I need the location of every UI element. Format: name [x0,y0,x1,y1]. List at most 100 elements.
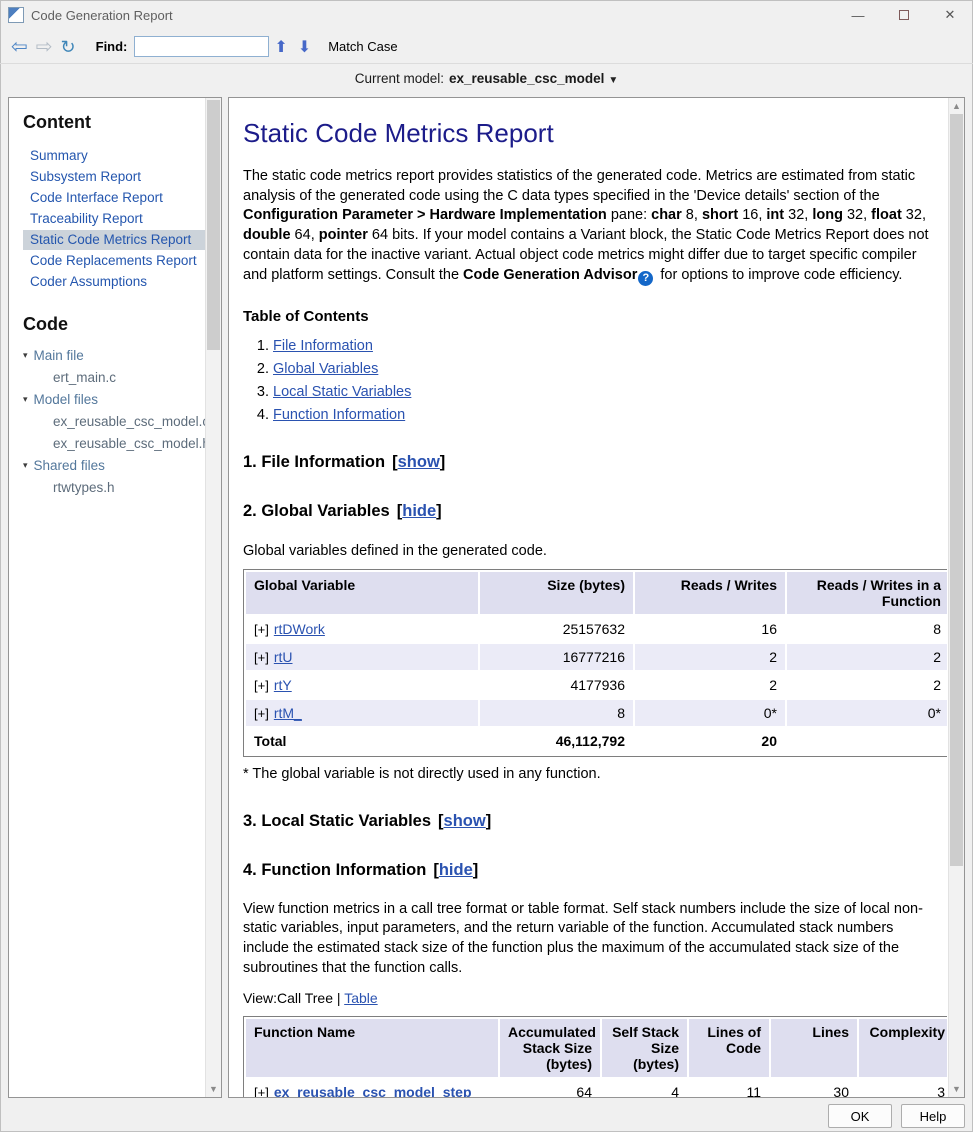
close-icon: ✕ [945,7,956,23]
table-of-contents: File Information Global Variables Local … [273,338,935,423]
code-file-tree: ▾Main file ert_main.c ▾Model files ex_re… [23,345,205,499]
toc-item: File Information [273,338,935,354]
scroll-up-icon[interactable]: ▲ [949,101,964,111]
content-scrollbar[interactable]: ▲ ▼ [948,98,964,1097]
current-model-name: ex_reusable_csc_model [449,71,604,86]
function-link[interactable]: ex_reusable_csc_model_step [274,1084,472,1097]
toc-item: Global Variables [273,361,935,377]
show-toggle-link[interactable]: show [444,812,486,830]
toc-link-file-information[interactable]: File Information [273,338,373,354]
toc-heading: Table of Contents [243,308,935,325]
section-title: 4. Function Information [243,861,426,879]
size-cell: 8 [480,700,633,726]
model-dropdown[interactable]: ex_reusable_csc_model ▼ [444,71,618,86]
view-table-link[interactable]: Table [344,990,377,1006]
tree-file-link[interactable]: ex_reusable_csc_model.c [23,411,205,433]
global-variable-link[interactable]: rtM_ [274,705,302,721]
toc-link-global-variables[interactable]: Global Variables [273,361,378,377]
back-button[interactable]: ⇦ [11,37,28,57]
caret-down-icon: ▼ [608,75,618,86]
scroll-down-icon[interactable]: ▼ [949,1084,964,1094]
show-toggle-link[interactable]: show [398,453,440,471]
refresh-button[interactable]: ↻ [61,38,76,56]
minimize-button[interactable]: — [835,0,881,30]
code-heading: Code [23,314,205,335]
toc-link-function-information[interactable]: Function Information [273,407,405,423]
reads-writes-cell: 16 [635,616,785,642]
sidebar-link-traceability-report[interactable]: Traceability Report [23,209,205,229]
section-heading-function-information: 4. Function Information[hide] [243,861,935,880]
column-header: Reads / Writes in a Function [787,572,947,614]
find-input[interactable] [134,36,269,57]
tree-group-shared-files[interactable]: ▾Shared files [23,455,205,477]
reads-writes-fn-cell: 0* [787,700,947,726]
column-header: Function Name [246,1019,498,1077]
tree-group-main-file[interactable]: ▾Main file [23,345,205,367]
help-icon[interactable]: ? [638,271,653,286]
expand-toggle[interactable]: [+] [254,622,269,637]
forward-button[interactable]: ⇨ [36,37,53,57]
column-header: Reads / Writes [635,572,785,614]
global-variable-link[interactable]: rtU [274,649,293,665]
app-icon [8,7,24,23]
sidebar-link-static-code-metrics-report[interactable]: Static Code Metrics Report [23,230,205,250]
expand-toggle[interactable]: [+] [254,706,269,721]
content-heading: Content [23,112,205,133]
section-title: 3. Local Static Variables [243,812,431,830]
column-header: Complexity [859,1019,947,1077]
scrollbar-thumb[interactable] [207,100,220,350]
column-header: Lines of Code [689,1019,769,1077]
view-current: Call Tree [277,990,333,1006]
close-button[interactable]: ✕ [927,0,973,30]
window-title: Code Generation Report [31,8,173,23]
toc-link-local-static-variables[interactable]: Local Static Variables [273,384,411,400]
tree-file-link[interactable]: ex_reusable_csc_model.h [23,433,205,455]
reads-writes-cell: 2 [635,672,785,698]
scrollbar-thumb[interactable] [950,114,963,866]
intro-paragraph: The static code metrics report provides … [243,167,935,286]
column-header: Global Variable [246,572,478,614]
toc-item: Local Static Variables [273,384,935,400]
maximize-button[interactable] [881,0,927,30]
report-panel: Static Code Metrics Report The static co… [228,97,965,1098]
find-previous-button[interactable]: ⬆ [274,37,287,57]
sidebar-link-code-replacements-report[interactable]: Code Replacements Report [23,251,205,271]
view-separator: | [337,990,341,1006]
tree-group-model-files[interactable]: ▾Model files [23,389,205,411]
global-variable-link[interactable]: rtDWork [274,621,325,637]
help-button[interactable]: Help [901,1104,965,1128]
model-bar: Current model:ex_reusable_csc_model▼ [0,64,973,94]
function-info-paragraph: View function metrics in a call tree for… [243,900,935,979]
sidebar-link-summary[interactable]: Summary [23,146,205,166]
global-variable-link[interactable]: rtY [274,677,292,693]
bracket: ] [436,502,442,520]
lines-of-code-cell: 11 [689,1079,769,1097]
table-row: [+] rtM_ 8 0* 0* [246,700,947,726]
tree-group-label: Shared files [34,458,105,473]
dialog-footer: OK Help [828,1104,965,1128]
arrow-down-icon: ⬇ [298,39,311,56]
expand-toggle[interactable]: [+] [254,1085,269,1097]
table-header-row: Global Variable Size (bytes) Reads / Wri… [246,572,947,614]
expand-toggle[interactable]: [+] [254,678,269,693]
sidebar-scrollbar[interactable]: ▼ [205,98,221,1097]
hide-toggle-link[interactable]: hide [402,502,436,520]
bracket: ] [486,812,492,830]
view-switcher: View:Call Tree | Table [243,990,935,1006]
tree-file-link[interactable]: ert_main.c [23,367,205,389]
scroll-down-icon[interactable]: ▼ [206,1084,221,1094]
expand-toggle[interactable]: [+] [254,650,269,665]
sidebar-link-subsystem-report[interactable]: Subsystem Report [23,167,205,187]
sidebar-link-coder-assumptions[interactable]: Coder Assumptions [23,272,205,292]
sidebar-link-code-interface-report[interactable]: Code Interface Report [23,188,205,208]
hide-toggle-link[interactable]: hide [439,861,473,879]
toolbar: ⇦ ⇨ ↻ Find: ⬆ ⬇ Match Case [0,30,973,63]
match-case-toggle[interactable]: Match Case [328,39,397,54]
bracket: ] [473,861,479,879]
ok-button[interactable]: OK [828,1104,892,1128]
find-next-button[interactable]: ⬇ [298,37,311,57]
tree-group-label: Main file [34,348,84,363]
tree-file-link[interactable]: rtwtypes.h [23,477,205,499]
size-cell: 25157632 [480,616,633,642]
reads-writes-cell: 0* [635,700,785,726]
